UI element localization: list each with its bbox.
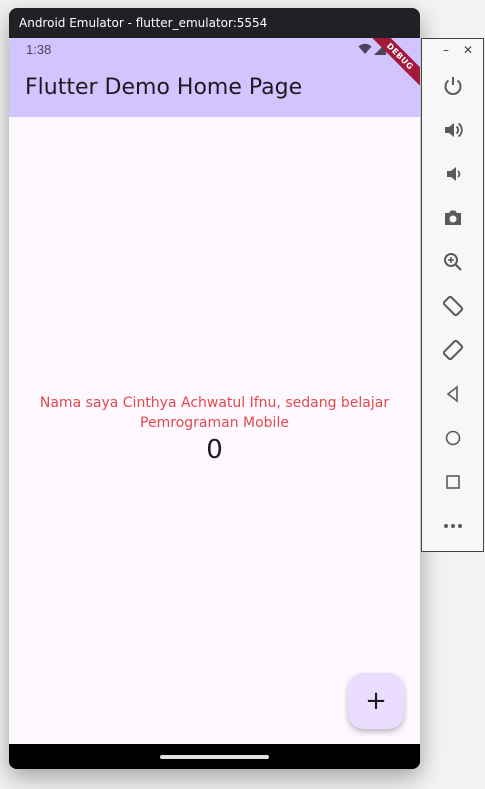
status-bar: 1:38 [9,38,420,62]
volume-up-icon[interactable] [440,117,466,143]
toolbar-window-controls: – ✕ [422,43,485,63]
rotate-right-icon[interactable] [440,337,466,363]
add-icon: + [365,686,387,716]
emulator-toolbar: – ✕ [421,38,484,552]
counter-value: 0 [206,435,223,465]
navigation-bar [9,744,420,769]
increment-fab[interactable]: + [348,673,404,729]
minimize-icon[interactable]: – [443,43,449,63]
message-text: Nama saya Cinthya Achwatul Ifnu, sedang … [39,395,390,431]
app-bar: Flutter Demo Home Page [9,62,420,117]
power-icon[interactable] [440,73,466,99]
camera-icon[interactable] [440,205,466,231]
wifi-icon [358,43,372,54]
device-screen: 1:38 Flutter Demo Home Page DEBUG Nama s… [9,38,420,744]
home-icon[interactable] [440,425,466,451]
more-icon[interactable] [440,513,466,539]
emulator-window: Android Emulator - flutter_emulator:5554… [9,8,420,769]
gesture-handle[interactable] [160,755,269,759]
home-body: Nama saya Cinthya Achwatul Ifnu, sedang … [9,117,420,744]
rotate-left-icon[interactable] [440,293,466,319]
overview-icon[interactable] [440,469,466,495]
close-icon[interactable]: ✕ [463,43,473,63]
app-bar-title: Flutter Demo Home Page [25,75,303,100]
window-title: Android Emulator - flutter_emulator:5554 [19,16,268,30]
status-time: 1:38 [26,42,52,57]
back-icon[interactable] [440,381,466,407]
zoom-icon[interactable] [440,249,466,275]
volume-down-icon[interactable] [440,161,466,187]
